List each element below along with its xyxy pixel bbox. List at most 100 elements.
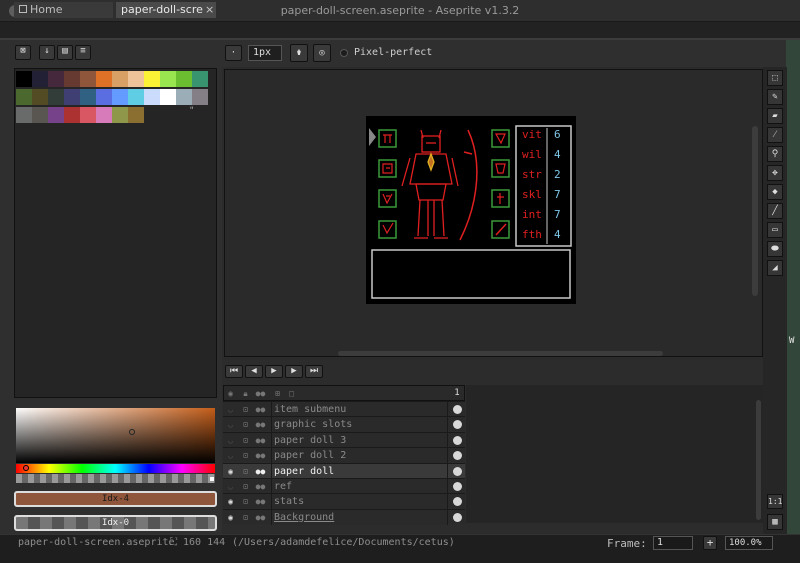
continuous-icon[interactable]: ●● [253,464,268,479]
lock-header-icon[interactable]: 🔒︎ [238,386,253,401]
zoom-field[interactable]: 100.0% [725,536,773,550]
visibility-eye-icon[interactable]: ◡ [223,479,238,494]
timeline-toggle-icon[interactable]: ▦ [767,514,783,530]
alpha-slider[interactable] [16,474,215,483]
cel-dot[interactable] [453,512,462,522]
palette-swatch[interactable] [64,89,80,105]
pixel-perfect-checkbox[interactable] [340,49,348,57]
palette-lock-icon[interactable]: ⊠ [15,45,31,60]
layer-row[interactable]: ◉ ⊡ ●● stats [223,493,465,510]
palette-swatch[interactable] [144,89,160,105]
zoom-1-1-button[interactable]: 1:1 [767,494,783,509]
alpha-cursor[interactable] [210,477,214,481]
palette-swatch[interactable] [144,71,160,87]
continuous-icon[interactable]: ●● [253,494,268,509]
pencil-icon[interactable]: ✎ [767,89,783,105]
palette-swatch[interactable] [32,89,48,105]
zoom-icon[interactable]: ⚲ [767,146,783,162]
hue-cursor[interactable] [23,465,29,471]
layer-name[interactable]: ref [271,479,448,494]
palette-swatch[interactable] [128,107,144,123]
palette-swatch[interactable] [48,89,64,105]
prev-frame-icon[interactable]: ◀ [245,365,263,378]
layer-name[interactable]: Background [271,509,448,525]
cel-dot[interactable] [453,451,462,461]
palette-swatch[interactable] [176,71,192,87]
cel-dot[interactable] [453,482,462,491]
layer-name[interactable]: paper doll 3 [271,432,448,448]
layer-row[interactable]: ◉ ⊡ ●● Background [223,508,465,525]
continuous-icon[interactable]: ●● [253,510,268,525]
continuous-icon[interactable]: ●● [253,402,268,417]
palette-swatch[interactable] [128,71,144,87]
layer-lock-icon[interactable]: ⊡ [238,448,253,463]
layer-lock-icon[interactable]: ⊡ [238,402,253,417]
move-icon[interactable]: ✥ [767,165,783,181]
frame-header[interactable]: 1 [450,386,464,401]
layer-name[interactable]: graphic slots [271,417,448,433]
cel-dot[interactable] [453,405,462,414]
layer-name[interactable]: item submenu [271,402,448,417]
layer-row[interactable]: ◡ ⊡ ●● graphic slots [223,416,465,433]
dynamics-icon[interactable]: ◎ [313,44,331,62]
layer-lock-icon[interactable]: ⊡ [238,479,253,494]
next-frame-icon[interactable]: ▶ [285,365,303,378]
eraser-icon[interactable]: ▰ [767,108,783,124]
frame-field[interactable]: 1 [653,536,693,550]
visibility-eye-icon[interactable]: ◡ [223,448,238,463]
layer-lock-icon[interactable]: ⊡ [238,510,253,525]
continuous-icon[interactable]: ●● [253,479,268,494]
paint-bucket-icon[interactable]: ◆ [767,184,783,200]
layer-name[interactable]: stats [271,494,448,510]
palette-swatch[interactable] [80,107,96,123]
brush-type-icon[interactable]: · [225,45,242,61]
palette-swatch[interactable] [160,71,176,87]
palette-swatch[interactable] [96,89,112,105]
eye-header-icon[interactable]: ◉ [223,386,238,401]
play-icon[interactable]: ▶ [265,365,283,378]
layer-lock-icon[interactable]: ⊡ [238,464,253,479]
layer-name[interactable]: paper doll [271,463,448,479]
layer-row[interactable]: ◡ ⊡ ●● paper doll 2 [223,447,465,464]
palette-swatch[interactable] [80,89,96,105]
visibility-eye-icon[interactable]: ◡ [223,433,238,448]
layer-row[interactable]: ◡ ⊡ ●● ref [223,478,465,494]
palette-swatch[interactable] [48,71,64,87]
continuous-icon[interactable]: ●● [253,448,268,463]
palette-swatch[interactable] [96,107,112,123]
continuous-header-icon[interactable]: ●● [253,386,268,401]
palette-swatch[interactable] [112,107,128,123]
brush-size-field[interactable]: 1px [248,45,282,61]
ink-icon[interactable]: ⚱ [290,44,308,62]
palette-swatch[interactable] [32,107,48,123]
hue-slider[interactable] [16,464,215,473]
visibility-eye-icon[interactable]: ◉ [223,464,238,479]
spectrum-cursor[interactable] [129,429,135,435]
palette-swatch[interactable] [64,71,80,87]
palette-swatch[interactable] [80,71,96,87]
visibility-eye-icon[interactable]: ◉ [223,510,238,525]
palette-swatch[interactable] [48,107,64,123]
add-frame-button[interactable]: + [703,536,717,550]
layer-lock-icon[interactable]: ⊡ [238,433,253,448]
visibility-eye-icon[interactable]: ◡ [223,417,238,432]
palette-swatch[interactable] [112,71,128,87]
new-layer-icon[interactable]: □ [284,386,299,401]
vertical-scrollbar[interactable] [752,126,758,296]
background-color-button[interactable]: Idx-0 [14,515,217,531]
palette-swatch[interactable] [192,89,208,105]
continuous-icon[interactable]: ●● [253,417,268,432]
palette-swatch[interactable] [160,89,176,105]
rectangular-marquee-icon[interactable]: ⬚ [767,70,783,86]
blur-icon[interactable]: ◢ [767,260,783,276]
layer-row[interactable]: ◡ ⊡ ●● paper doll 3 [223,431,465,448]
palette-more-icon[interactable]: " [189,106,194,116]
contour-icon[interactable]: ⬬ [767,241,783,257]
rectangle-icon[interactable]: ▭ [767,222,783,238]
palette-swatch[interactable] [64,107,80,123]
palette-swatch[interactable] [128,89,144,105]
palette-swatch[interactable] [176,89,192,105]
layer-group-icon[interactable]: ⊞ [270,386,285,401]
visibility-eye-icon[interactable]: ◡ [223,402,238,417]
layer-lock-icon[interactable]: ⊡ [238,494,253,509]
